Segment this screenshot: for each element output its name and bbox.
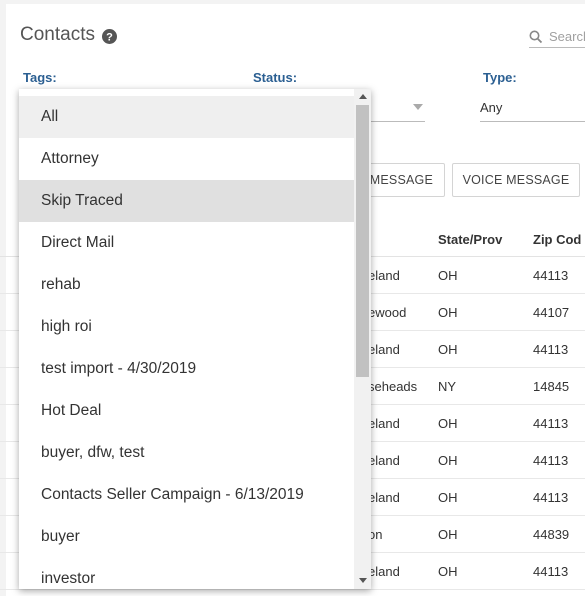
svg-text:?: ?	[106, 31, 113, 43]
cell-city: eland	[368, 268, 400, 283]
header-zip[interactable]: Zip Cod	[533, 232, 581, 247]
tag-option[interactable]: buyer	[19, 516, 354, 558]
cell-city: eland	[368, 342, 400, 357]
cell-state: OH	[438, 416, 458, 431]
cell-state: NY	[438, 379, 457, 394]
page-title-text: Contacts	[20, 24, 95, 45]
tag-option[interactable]: Attorney	[19, 138, 354, 180]
chevron-down-icon	[413, 104, 423, 110]
cell-zip: 44113	[533, 268, 569, 283]
tag-option-highlighted[interactable]: Skip Traced	[19, 180, 354, 222]
tag-option[interactable]: rehab	[19, 264, 354, 306]
header-state[interactable]: State/Prov	[438, 232, 502, 247]
tag-option[interactable]: investor	[19, 558, 354, 589]
cell-state: OH	[438, 305, 458, 320]
tags-dropdown-menu[interactable]: All Attorney Skip Traced Direct Mail reh…	[19, 89, 371, 589]
tag-option[interactable]: test import - 4/30/2019	[19, 348, 354, 390]
tag-option[interactable]: buyer, dfw, test	[19, 432, 354, 474]
scroll-up-arrow-icon[interactable]	[359, 94, 367, 99]
status-label: Status:	[253, 70, 298, 85]
dropdown-scrollbar[interactable]	[354, 89, 371, 589]
cell-state: OH	[438, 342, 458, 357]
type-label: Type:	[483, 70, 517, 85]
scrollbar-thumb[interactable]	[356, 105, 369, 377]
tag-option[interactable]: All	[19, 96, 354, 138]
cell-city: seheads	[368, 379, 418, 394]
tag-option[interactable]: Contacts Seller Campaign - 6/13/2019	[19, 474, 354, 516]
cell-state: OH	[438, 268, 458, 283]
status-select[interactable]	[370, 94, 425, 122]
scroll-down-arrow-icon[interactable]	[359, 578, 367, 583]
voice-message-button[interactable]: VOICE MESSAGE	[452, 163, 580, 197]
cell-zip: 14845	[533, 379, 570, 394]
cell-city: eland	[368, 453, 400, 468]
tag-option[interactable]: Direct Mail	[19, 222, 354, 264]
type-select-value: Any	[480, 100, 503, 115]
cell-zip: 44113	[533, 453, 569, 468]
page-title: Contacts ?	[20, 24, 117, 46]
search-box[interactable]	[529, 26, 585, 48]
search-icon	[529, 30, 543, 44]
cell-state: OH	[438, 490, 458, 505]
cell-city: eland	[368, 416, 400, 431]
cell-city: eland	[368, 564, 400, 579]
search-input[interactable]	[549, 29, 585, 44]
cell-zip: 44113	[533, 564, 569, 579]
cell-state: OH	[438, 564, 458, 579]
tag-option[interactable]: Hot Deal	[19, 390, 354, 432]
cell-city: eland	[368, 490, 400, 505]
help-icon[interactable]: ?	[101, 28, 117, 44]
tag-option[interactable]: high roi	[19, 306, 354, 348]
cell-zip: 44839	[533, 527, 570, 542]
cell-zip: 44107	[533, 305, 570, 320]
cell-zip: 44113	[533, 342, 569, 357]
cell-zip: 44113	[533, 416, 569, 431]
cell-zip: 44113	[533, 490, 569, 505]
cell-state: OH	[438, 453, 458, 468]
type-select[interactable]: Any	[480, 94, 585, 122]
tags-label: Tags:	[23, 70, 57, 85]
cell-state: OH	[438, 527, 458, 542]
cell-city: ewood	[368, 305, 407, 320]
